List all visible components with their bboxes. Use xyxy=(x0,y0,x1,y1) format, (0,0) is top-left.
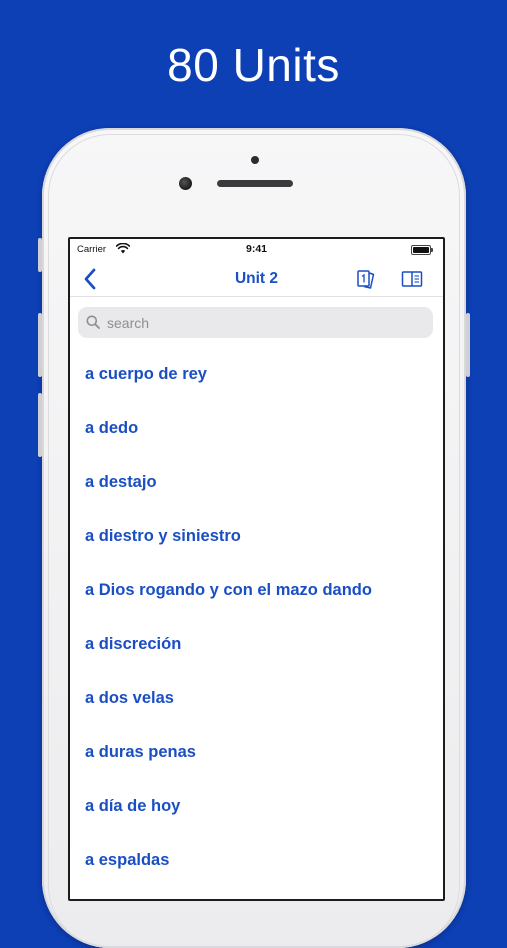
nav-divider xyxy=(70,296,443,297)
list-item[interactable]: a dedo xyxy=(70,401,443,455)
book-icon[interactable] xyxy=(401,268,423,290)
list-item[interactable]: a espaldas xyxy=(70,833,443,887)
app-screen: Carrier 9:41 Unit 2 search a cuerpo de r… xyxy=(68,237,445,901)
expression-list: a cuerpo de rey a dedo a destajo a diest… xyxy=(70,347,443,887)
list-item[interactable]: a dos velas xyxy=(70,671,443,725)
earpiece-speaker xyxy=(217,180,293,187)
flashcards-icon[interactable] xyxy=(355,268,377,290)
mute-switch xyxy=(38,238,42,272)
navigation-bar: Unit 2 xyxy=(70,261,443,297)
list-item[interactable]: a destajo xyxy=(70,455,443,509)
volume-down-button xyxy=(38,393,42,457)
phone-frame: Carrier 9:41 Unit 2 search a cuerpo de r… xyxy=(38,128,470,948)
list-item-label: a día de hoy xyxy=(85,797,181,815)
proximity-sensor xyxy=(251,156,259,164)
front-camera xyxy=(179,177,192,190)
list-item[interactable]: a Dios rogando y con el mazo dando xyxy=(70,563,443,617)
status-time: 9:41 xyxy=(245,243,267,255)
list-item[interactable]: a discreción xyxy=(70,617,443,671)
list-item[interactable]: a duras penas xyxy=(70,725,443,779)
list-item-label: a discreción xyxy=(85,635,182,653)
search-icon xyxy=(86,315,100,329)
status-bar: Carrier 9:41 xyxy=(70,239,443,261)
list-item[interactable]: a día de hoy xyxy=(70,779,443,833)
list-item-label: a cuerpo de rey xyxy=(85,365,207,383)
power-button xyxy=(466,313,470,377)
volume-up-button xyxy=(38,313,42,377)
list-item-label: a espaldas xyxy=(85,851,170,869)
list-item[interactable]: a cuerpo de rey xyxy=(70,347,443,401)
search-bar[interactable] xyxy=(78,307,433,338)
list-item-label: a duras penas xyxy=(85,743,196,761)
list-item-label: a dedo xyxy=(85,419,139,437)
search-input[interactable] xyxy=(105,311,429,335)
nav-title: Unit 2 xyxy=(234,270,279,287)
list-item-label: a dos velas xyxy=(85,689,174,707)
list-item[interactable]: a diestro y siniestro xyxy=(70,509,443,563)
list-item-label: a diestro y siniestro xyxy=(85,527,241,545)
promo-title: 80 Units xyxy=(167,39,340,91)
list-item-label: a Dios rogando y con el mazo dando xyxy=(85,581,372,599)
battery-icon xyxy=(411,245,433,255)
list-item-label: a destajo xyxy=(85,473,157,491)
